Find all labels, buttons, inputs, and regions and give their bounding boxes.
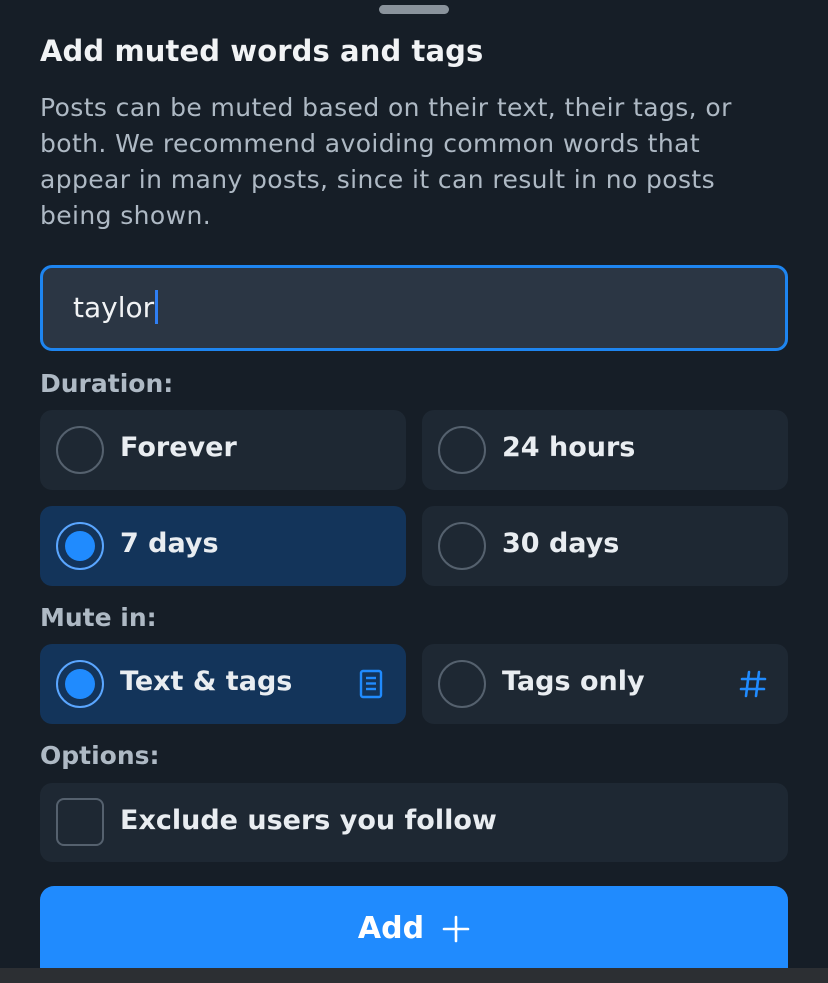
drag-handle[interactable] bbox=[379, 5, 449, 14]
mute-in-label: Mute in: bbox=[40, 603, 157, 632]
hashtag-icon bbox=[739, 670, 767, 698]
radio-button[interactable] bbox=[438, 660, 486, 708]
duration-option-24-hours[interactable]: 24 hours bbox=[422, 410, 788, 490]
muted-words-sheet: Add muted words and tags Posts can be mu… bbox=[0, 0, 828, 968]
mute-in-option-tags-only[interactable]: Tags only bbox=[422, 644, 788, 724]
muted-word-input[interactable]: taylor bbox=[40, 265, 788, 351]
radio-button[interactable] bbox=[56, 426, 104, 474]
add-button-label: Add bbox=[357, 911, 425, 946]
option-label: 30 days bbox=[502, 528, 620, 559]
radio-dot bbox=[65, 669, 95, 699]
option-label: Tags only bbox=[502, 666, 645, 697]
radio-button-selected[interactable] bbox=[56, 522, 104, 570]
option-label: Forever bbox=[120, 432, 237, 463]
radio-button-selected[interactable] bbox=[56, 660, 104, 708]
radio-button[interactable] bbox=[438, 426, 486, 474]
checkbox[interactable] bbox=[56, 798, 104, 846]
add-button[interactable]: Add bbox=[40, 886, 788, 968]
dialog-title: Add muted words and tags bbox=[40, 34, 484, 68]
radio-dot bbox=[65, 531, 95, 561]
bottom-system-bar bbox=[0, 968, 828, 983]
input-value-wrap: taylor bbox=[73, 290, 159, 324]
duration-option-30-days[interactable]: 30 days bbox=[422, 506, 788, 586]
duration-option-forever[interactable]: Forever bbox=[40, 410, 406, 490]
checkbox-label: Exclude users you follow bbox=[120, 805, 497, 836]
duration-label: Duration: bbox=[40, 369, 174, 398]
dialog-description: Posts can be muted based on their text, … bbox=[40, 93, 732, 230]
input-value: taylor bbox=[73, 290, 155, 324]
radio-button[interactable] bbox=[438, 522, 486, 570]
option-label: 7 days bbox=[120, 528, 219, 559]
text-caret bbox=[155, 290, 159, 324]
option-label: Text & tags bbox=[120, 666, 293, 697]
add-button-content: Add bbox=[40, 911, 788, 946]
mute-in-option-text-and-tags[interactable]: Text & tags bbox=[40, 644, 406, 724]
exclude-following-option[interactable]: Exclude users you follow bbox=[40, 783, 788, 862]
options-label: Options: bbox=[40, 741, 160, 770]
plus-icon bbox=[442, 915, 470, 942]
option-label: 24 hours bbox=[502, 432, 636, 463]
document-icon bbox=[359, 669, 383, 699]
duration-option-7-days[interactable]: 7 days bbox=[40, 506, 406, 586]
